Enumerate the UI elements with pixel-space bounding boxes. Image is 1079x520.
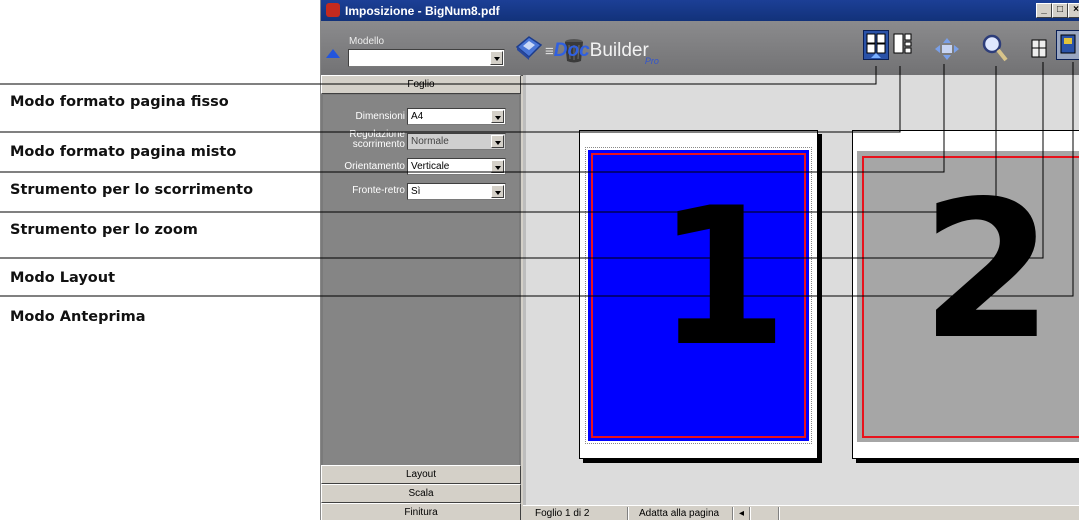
leader-line-scroll-tool xyxy=(0,64,945,173)
leader-line-fixed-page-size-mode xyxy=(0,66,877,85)
leader-line-preview-mode xyxy=(0,62,1074,297)
leader-line-zoom-tool xyxy=(0,66,997,213)
leader-line-mixed-page-size-mode xyxy=(0,66,901,133)
leader-line-layout-mode xyxy=(0,62,1044,259)
callout-leader-lines xyxy=(0,62,1074,297)
